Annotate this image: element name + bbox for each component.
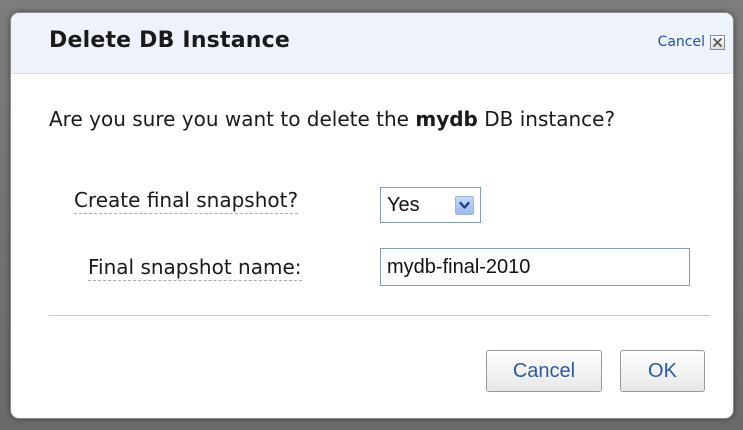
- cancel-button[interactable]: Cancel: [486, 350, 602, 392]
- header-cancel-button[interactable]: Cancel: [658, 34, 725, 50]
- final-snapshot-selected-value[interactable]: Yes: [381, 194, 455, 217]
- message-after: DB instance?: [477, 107, 616, 131]
- dialog-titlebar: Delete DB Instance Cancel: [11, 13, 733, 74]
- ok-button[interactable]: OK: [620, 350, 705, 392]
- close-icon[interactable]: [710, 34, 725, 50]
- final-snapshot-select[interactable]: Yes: [380, 187, 481, 223]
- snapshot-name-label: Final snapshot name:: [88, 255, 302, 281]
- delete-db-instance-dialog: Delete DB Instance Cancel Are you sure y…: [10, 12, 734, 419]
- chevron-down-icon[interactable]: [455, 195, 474, 215]
- header-cancel-label[interactable]: Cancel: [658, 34, 705, 50]
- message-before: Are you sure you want to delete the: [49, 107, 416, 131]
- divider: [49, 315, 710, 316]
- dialog-title: Delete DB Instance: [49, 28, 290, 53]
- final-snapshot-label: Create final snapshot?: [74, 188, 299, 214]
- snapshot-name-input[interactable]: [380, 248, 690, 286]
- instance-name: mydb: [415, 107, 478, 131]
- confirmation-message: Are you sure you want to delete the mydb…: [49, 105, 699, 133]
